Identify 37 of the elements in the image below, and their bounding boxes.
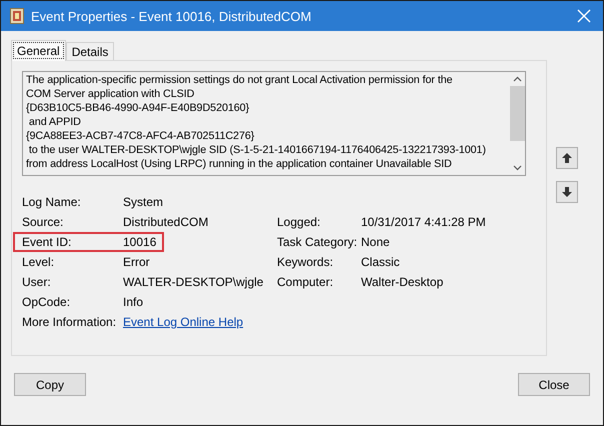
event-description: The application-specific permission settings do not grant Local Activation permission for the COM Server application with CLSID {D63B10C5-BB46-4990-A94F-E40B9D520160} and APPID {9CA88EE3-ACB7-47C8-AFC4-AB702511C276} to the user WALTER-DESKTOP\wjgle SID (S-1-5-21-1401667194-1176406425-132217393-1001) from address LocalHost (Using LRPC) running in the application container Unavailable SID bbox=[25, 73, 487, 172]
field-label: Task Category: bbox=[277, 235, 358, 249]
field-value: System bbox=[123, 195, 164, 209]
field-label: Keywords: bbox=[277, 255, 334, 269]
dialog-button[interactable]: Copy bbox=[14, 373, 86, 396]
field-value: Info bbox=[123, 295, 144, 309]
field-value: Error bbox=[123, 255, 150, 269]
tab[interactable]: General bbox=[11, 40, 66, 61]
field-value: Walter-Desktop bbox=[361, 275, 444, 289]
tab[interactable]: Details bbox=[66, 42, 114, 60]
field-value: None bbox=[361, 235, 390, 249]
field-label: Computer: bbox=[277, 275, 334, 289]
field-label: Logged: bbox=[277, 215, 322, 229]
scroll-up-icon[interactable] bbox=[512, 76, 522, 82]
field-label: OpCode: bbox=[22, 295, 72, 309]
scroll-down-icon[interactable] bbox=[512, 165, 522, 171]
previous-event-button[interactable] bbox=[556, 147, 578, 169]
down-arrow-icon bbox=[561, 186, 573, 198]
window-title: Event Properties - Event 10016, DistributedCOM bbox=[31, 8, 312, 24]
field-value: Classic bbox=[361, 255, 400, 269]
field-value: DistributedCOM bbox=[123, 215, 208, 229]
field-value: 10016 bbox=[123, 235, 156, 249]
field-label: Level: bbox=[22, 255, 56, 269]
dialog-button[interactable]: Close bbox=[518, 373, 590, 396]
field-value: 10/31/2017 4:41:28 PM bbox=[361, 215, 486, 229]
field-label: More Information: bbox=[22, 315, 118, 329]
scrollbar-thumb[interactable] bbox=[510, 86, 524, 141]
next-event-button[interactable] bbox=[556, 181, 578, 203]
event-log-icon bbox=[10, 8, 24, 24]
field-label: Source: bbox=[22, 215, 64, 229]
field-value: WALTER-DESKTOP\wjgle bbox=[123, 275, 264, 289]
close-icon[interactable] bbox=[577, 9, 591, 23]
field-label: Event ID: bbox=[22, 235, 72, 249]
field-label: Log Name: bbox=[22, 195, 82, 209]
up-arrow-icon bbox=[561, 152, 573, 164]
help-link[interactable]: Event Log Online Help bbox=[123, 315, 244, 329]
field-label: User: bbox=[22, 275, 52, 289]
